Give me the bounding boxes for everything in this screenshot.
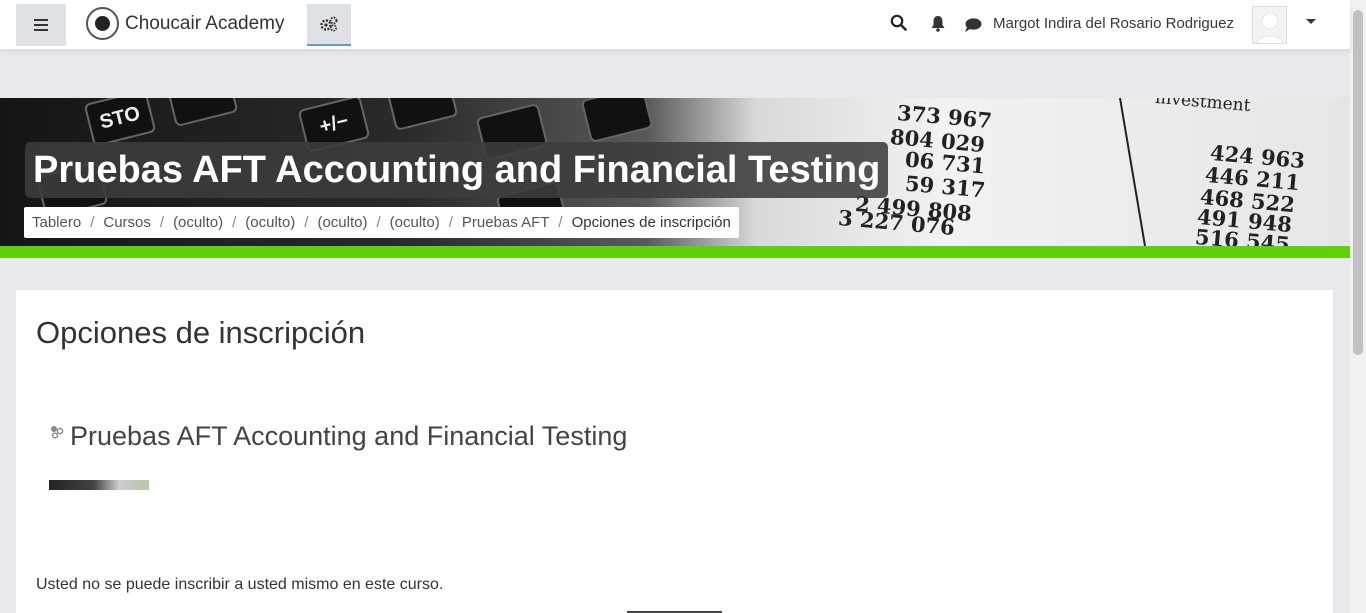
enrolment-notice: Usted no se puede inscribir a usted mism…: [36, 576, 444, 593]
breadcrumb-item[interactable]: Cursos: [103, 214, 151, 231]
comment-icon[interactable]: [964, 17, 982, 38]
site-brand-link[interactable]: Choucair Academy: [86, 7, 284, 40]
breadcrumb-separator: /: [159, 214, 165, 231]
breadcrumb-separator: /: [558, 214, 563, 231]
search-icon[interactable]: [890, 14, 907, 36]
breadcrumb: Tablero / Cursos / (oculto) / (oculto) / (oc…: [24, 207, 739, 238]
breadcrumb-item[interactable]: Tablero: [32, 214, 81, 231]
calculator-key: [385, 98, 459, 132]
default-avatar-icon: [1256, 12, 1284, 43]
course-icon: [51, 426, 64, 439]
breadcrumb-separator: /: [232, 214, 237, 231]
accent-bar: [0, 246, 1350, 258]
breadcrumb-separator: /: [90, 214, 95, 231]
main-content-region: Opciones de inscripción Pruebas AFT Acco…: [16, 290, 1333, 613]
calculator-key: [165, 98, 239, 128]
site-admin-button[interactable]: [307, 4, 351, 46]
breadcrumb-separator: /: [376, 214, 381, 231]
calc-key-label: STO: [97, 102, 143, 134]
scrollbar-thumb[interactable]: [1353, 10, 1363, 355]
course-image-thumbnail: [49, 480, 149, 490]
breadcrumb-separator: /: [304, 214, 309, 231]
breadcrumb-item[interactable]: Pruebas AFT: [462, 214, 550, 231]
printed-word: investment: [1154, 98, 1252, 117]
caret-down-icon[interactable]: [1306, 19, 1316, 24]
paper-line: [1119, 98, 1146, 246]
calc-key-label: +/−: [317, 109, 351, 139]
breadcrumb-separator: /: [448, 214, 453, 231]
logo-icon: [86, 7, 119, 40]
breadcrumb-item[interactable]: (oculto): [173, 214, 223, 231]
course-name-link[interactable]: Pruebas AFT Accounting and Financial Tes…: [70, 421, 627, 452]
breadcrumb-current: Opciones de inscripción: [571, 214, 731, 231]
nav-drawer-toggle-button[interactable]: [16, 4, 66, 46]
page-scrollbar[interactable]: [1350, 0, 1366, 613]
site-name: Choucair Academy: [125, 12, 285, 34]
page-title: Opciones de inscripción: [36, 315, 366, 350]
breadcrumb-item[interactable]: (oculto): [390, 214, 440, 231]
user-menu-name[interactable]: Margot Indira del Rosario Rodriguez: [993, 15, 1234, 32]
breadcrumb-item[interactable]: (oculto): [317, 214, 367, 231]
course-header-title: Pruebas AFT Accounting and Financial Tes…: [25, 142, 889, 198]
breadcrumb-item[interactable]: (oculto): [245, 214, 295, 231]
calculator-key: STO: [83, 98, 157, 148]
hamburger-icon: [34, 19, 48, 31]
calculator-key: [580, 98, 654, 144]
top-navbar: Choucair Academy Margot Indira del Rosar…: [0, 0, 1350, 49]
avatar[interactable]: [1252, 6, 1287, 44]
cogs-icon: [320, 16, 338, 32]
bell-icon[interactable]: [930, 15, 946, 37]
